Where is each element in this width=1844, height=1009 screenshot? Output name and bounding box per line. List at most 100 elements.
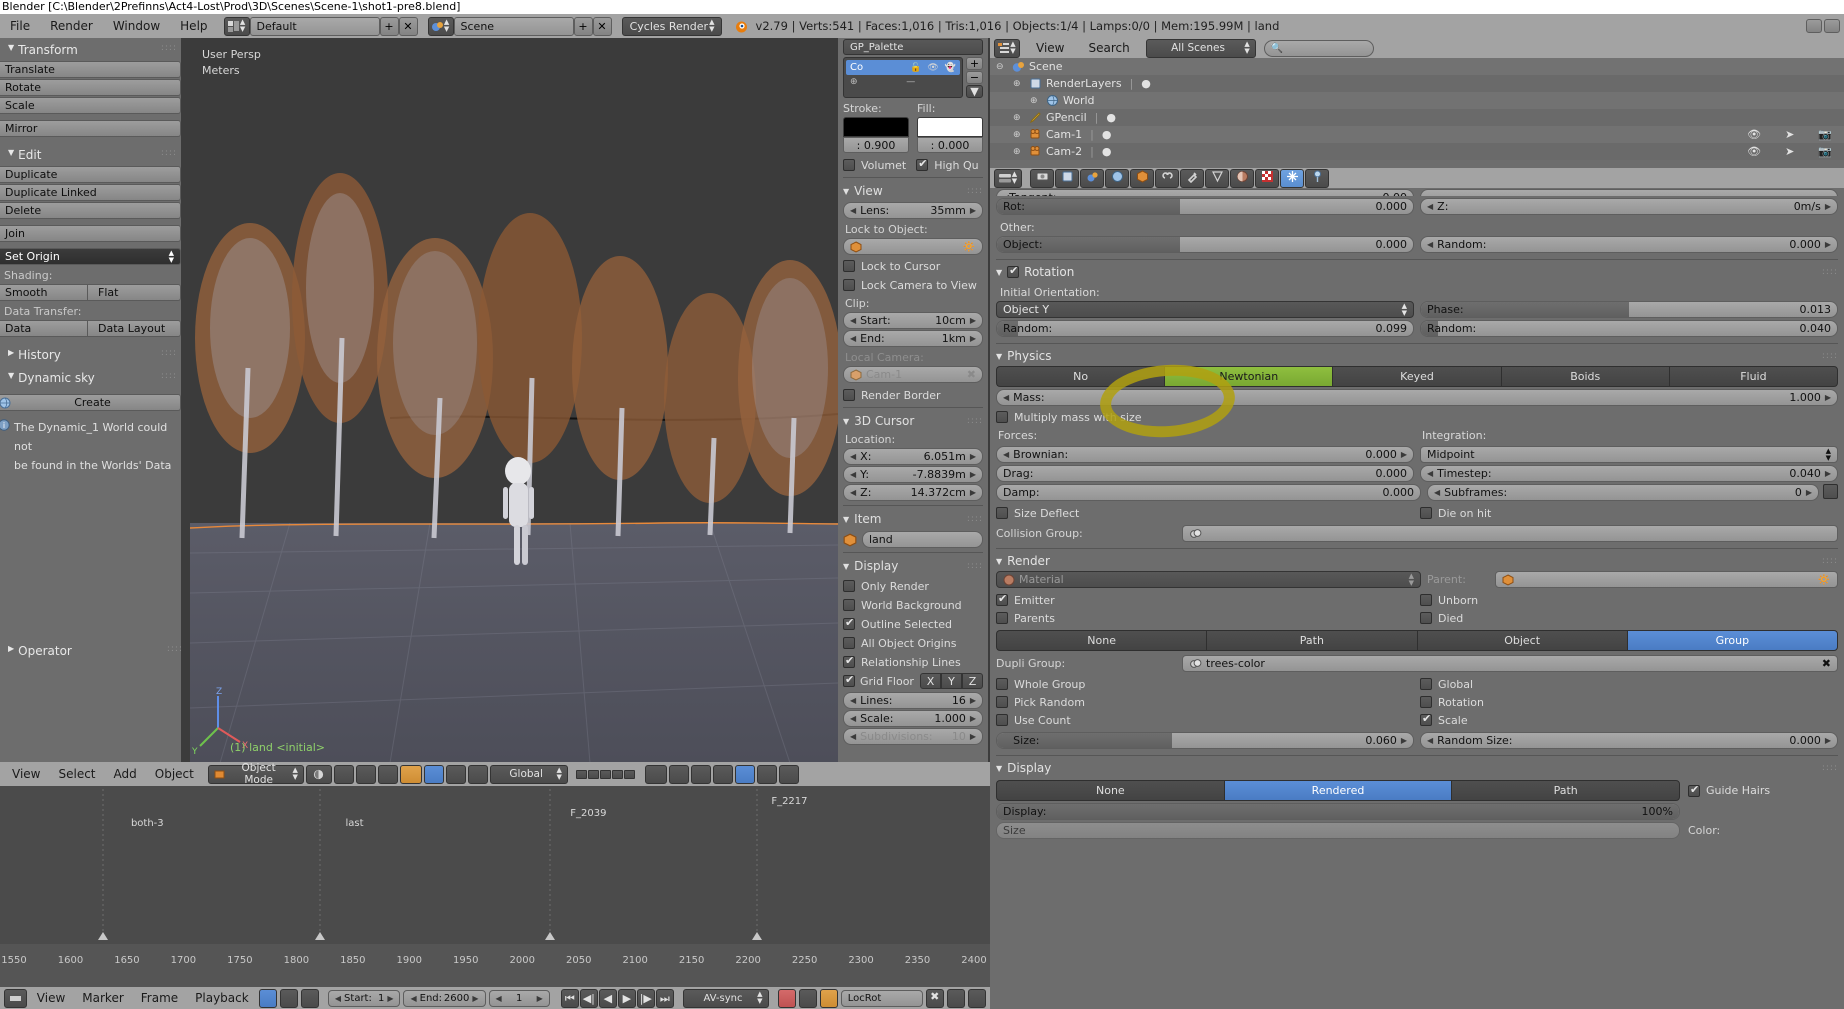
edit-panel-header[interactable]: ▼ Edit :::: bbox=[0, 143, 181, 166]
menu-help[interactable]: Help bbox=[170, 15, 217, 37]
dynamic-sky-panel-header[interactable]: ▼ Dynamic sky :::: bbox=[0, 366, 181, 389]
renderable-camera-icon[interactable]: 📷 bbox=[1818, 145, 1832, 158]
properties-tab-material[interactable] bbox=[1230, 168, 1254, 188]
unborn-checkbox[interactable] bbox=[1420, 594, 1432, 606]
viewport-menu-select[interactable]: Select bbox=[50, 763, 103, 785]
timeline-menu-marker[interactable]: Marker bbox=[75, 987, 130, 1009]
lock-camera-to-view-toggle[interactable]: Lock Camera to View bbox=[843, 277, 983, 293]
world-background-toggle[interactable]: World Background bbox=[843, 597, 983, 613]
grid-lines-field[interactable]: ◀ Lines: 16 ▶ bbox=[843, 692, 983, 709]
properties-tab-bar[interactable] bbox=[1030, 168, 1329, 188]
increment-icon[interactable]: ▶ bbox=[966, 452, 976, 461]
fill-alpha-field[interactable]: : 0.000 bbox=[917, 137, 983, 153]
die-on-hit-checkbox[interactable] bbox=[1420, 507, 1432, 519]
menu-render[interactable]: Render bbox=[40, 15, 103, 37]
mass-field[interactable]: ◀ Mass: 1.000 ▶ bbox=[996, 389, 1838, 406]
layer-buttons[interactable] bbox=[575, 769, 635, 779]
scale-option-checkbox[interactable] bbox=[1420, 712, 1432, 726]
timeline-onion-toggle[interactable] bbox=[300, 988, 319, 1008]
local-camera-field[interactable]: Cam-1 ✖ bbox=[843, 366, 983, 383]
volumetric-toggle[interactable]: Volumet bbox=[843, 157, 906, 173]
extra-button-2[interactable] bbox=[712, 764, 733, 784]
guide-hairs-checkbox[interactable] bbox=[1688, 783, 1700, 797]
velocity-z-field[interactable]: ◀ Z: 0m/s ▶ bbox=[1420, 198, 1838, 215]
increment-icon[interactable]: ▶ bbox=[966, 696, 976, 705]
global-toggle[interactable]: Global bbox=[1420, 676, 1838, 692]
increment-icon[interactable]: ▶ bbox=[966, 334, 976, 343]
use-count-toggle[interactable]: Use Count bbox=[996, 712, 1414, 728]
interaction-mode-selector[interactable]: Object Mode ▲ ▼ bbox=[207, 762, 304, 786]
grid-axis-x-toggle[interactable]: X bbox=[920, 673, 941, 689]
viewport-shading-selector[interactable] bbox=[305, 764, 332, 784]
emitter-toggle[interactable]: Emitter bbox=[996, 592, 1414, 608]
keying-clear-button[interactable]: ✖ bbox=[925, 988, 944, 1008]
timeline-menu-view[interactable]: View bbox=[30, 987, 72, 1009]
renderable-camera-icon[interactable]: 📷 bbox=[1818, 128, 1832, 141]
other-object-field[interactable]: Object: 0.000 bbox=[996, 236, 1414, 253]
render-panel-header[interactable]: ▼ Render :::: bbox=[996, 551, 1838, 571]
lock-to-cursor-checkbox[interactable] bbox=[843, 260, 855, 272]
delete-scene-button[interactable]: ✕ bbox=[592, 16, 612, 36]
outliner-menu-view[interactable]: View bbox=[1028, 38, 1072, 59]
damp-field[interactable]: Damp: 0.000 bbox=[996, 484, 1421, 501]
properties-tab-constraint[interactable] bbox=[1155, 168, 1179, 188]
manipulator-scale[interactable] bbox=[467, 764, 488, 784]
maximize-button[interactable] bbox=[1824, 19, 1840, 33]
timeline-marker-label-1[interactable]: last bbox=[346, 818, 364, 829]
extra-button-5[interactable] bbox=[778, 764, 799, 784]
properties-tab-render[interactable] bbox=[1030, 168, 1054, 188]
delete-screen-button[interactable]: ✕ bbox=[398, 16, 418, 36]
onion-skin-icon[interactable]: 👻 bbox=[945, 63, 956, 73]
render-engine-selector[interactable]: Cycles Render ▲ ▼ bbox=[621, 16, 722, 36]
selectable-cursor-icon[interactable]: ➤ bbox=[1785, 128, 1794, 141]
menu-file[interactable]: File bbox=[0, 15, 40, 37]
increment-icon[interactable]: ▶ bbox=[966, 206, 976, 215]
outliner-tree[interactable]: ⊖ Scene ⊕ RenderLayers | ● ⊕ World ⊕ GPencil | ● ⊕ Ca… bbox=[990, 58, 1844, 160]
outliner-row[interactable]: ⊖ Scene bbox=[990, 58, 1844, 75]
tool-shade-smooth[interactable]: Smooth bbox=[0, 284, 88, 301]
physics-modes-keyed[interactable]: Keyed bbox=[1332, 366, 1501, 387]
eye-icon[interactable]: 👁 bbox=[927, 63, 938, 73]
die-on-hit-toggle[interactable]: Die on hit bbox=[1420, 505, 1838, 521]
properties-tab-particles[interactable] bbox=[1280, 168, 1304, 188]
gp-palette-field[interactable]: GP_Palette bbox=[843, 39, 983, 55]
orientation-selector[interactable]: Object Y ▲ ▼ bbox=[996, 301, 1414, 318]
render-border-checkbox[interactable] bbox=[843, 389, 855, 401]
render-as-buttons[interactable]: None Path Object Group bbox=[996, 630, 1838, 651]
outliner-row-extra-icon[interactable]: ● bbox=[1102, 145, 1112, 158]
grid-axis-y-toggle[interactable]: Y bbox=[941, 673, 962, 689]
physics-modes-fluid[interactable]: Fluid bbox=[1668, 366, 1839, 387]
add-screen-button[interactable]: + bbox=[379, 16, 399, 36]
properties-tab-scene[interactable] bbox=[1080, 168, 1104, 188]
grid-floor-checkbox[interactable] bbox=[843, 673, 855, 687]
unborn-toggle[interactable]: Unborn bbox=[1420, 592, 1838, 608]
properties-tab-texture[interactable] bbox=[1255, 168, 1279, 188]
expand-toggle-icon[interactable]: ⊕ bbox=[1030, 96, 1042, 106]
manipulator-translate[interactable] bbox=[423, 764, 444, 784]
manipulator-rotate[interactable] bbox=[445, 764, 466, 784]
increment-icon[interactable]: ▶ bbox=[966, 714, 976, 723]
size-deflect-toggle[interactable]: Size Deflect bbox=[996, 505, 1414, 521]
frame-start-field[interactable]: ◀ Start: 1 ▶ bbox=[327, 989, 401, 1007]
outliner-menu-search[interactable]: Search bbox=[1080, 38, 1137, 59]
grid-scale-field[interactable]: ◀ Scale: 1.000 ▶ bbox=[843, 710, 983, 727]
render-as-none[interactable]: None bbox=[996, 630, 1207, 651]
unlock-icon[interactable]: 🔓 bbox=[910, 63, 921, 73]
rot-field[interactable]: Rot: 0.000 bbox=[996, 198, 1414, 215]
operator-panel-header[interactable]: ▶ Operator:::: bbox=[0, 639, 181, 662]
whole-group-checkbox[interactable] bbox=[996, 678, 1008, 690]
lens-field[interactable]: ◀ Lens: 35mm ▶ bbox=[843, 202, 983, 219]
keying-set-button[interactable] bbox=[798, 988, 817, 1008]
random-size-field[interactable]: ◀ Random Size: 0.000 ▶ bbox=[1420, 732, 1838, 749]
clip-end-field[interactable]: ◀ End: 1km ▶ bbox=[843, 330, 983, 347]
render-button[interactable] bbox=[644, 764, 667, 784]
outline-selected-toggle[interactable]: Outline Selected bbox=[843, 616, 983, 632]
scene-selector[interactable]: ▲ ▼ Scene + ✕ bbox=[427, 16, 612, 36]
subframes-field[interactable]: ◀ Subframes: 0 ▶ bbox=[1427, 484, 1819, 501]
playback-controls[interactable]: ⏮ ◀| ◀ ▶ |▶ ⏭ bbox=[560, 988, 674, 1008]
display-modes-rendered[interactable]: Rendered bbox=[1223, 780, 1452, 801]
outliner-row-extra-icon[interactable]: ● bbox=[1141, 77, 1151, 90]
increment-icon[interactable]: ▶ bbox=[966, 488, 976, 497]
outliner-row[interactable]: ⊕ RenderLayers | ● bbox=[990, 75, 1844, 92]
gp-specials-button[interactable]: ▼ bbox=[966, 85, 983, 98]
